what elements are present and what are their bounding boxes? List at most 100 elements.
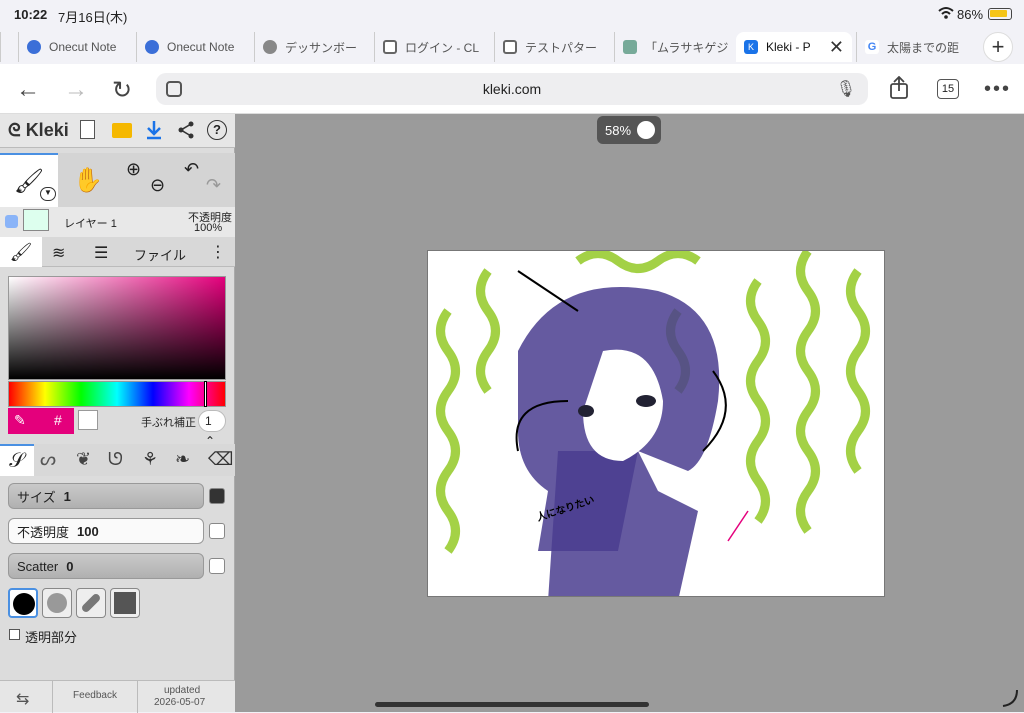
soft-shape-button[interactable] <box>42 588 72 618</box>
opacity-pressure-icon[interactable] <box>209 523 225 539</box>
opacity-slider[interactable]: 不透明度 100 <box>8 518 204 544</box>
size-pressure-icon[interactable] <box>209 488 225 504</box>
layer-opacity-value: 100% <box>194 222 223 234</box>
hue-slider[interactable] <box>8 381 226 407</box>
help-icon[interactable]: ? <box>207 120 227 140</box>
line-brush-icon[interactable]: ᘎ <box>108 449 123 470</box>
zoom-indicator[interactable]: 58% <box>597 116 661 144</box>
stabilizer-select[interactable]: 1 ⌃ <box>198 410 226 448</box>
tab-count-button[interactable]: 15 <box>937 79 959 99</box>
feedback-link[interactable]: Feedback <box>52 681 138 713</box>
home-indicator <box>375 702 649 707</box>
zoom-out-icon[interactable]: ⊖ <box>150 175 165 196</box>
pixel-brush-icon[interactable]: ⚘ <box>142 449 158 470</box>
hex-button[interactable]: # <box>54 412 62 428</box>
drawing-canvas[interactable]: 人になりたい <box>427 250 885 597</box>
close-tab-icon[interactable]: ✕ <box>829 37 844 58</box>
url-text: kleki.com <box>482 81 542 97</box>
zoom-in-icon[interactable]: ⊕ <box>126 159 141 180</box>
hand-tool-button[interactable]: ✋ <box>59 153 117 207</box>
globe-icon <box>263 40 277 54</box>
brush-type-row: 𝒮 ᔕ ❦ ᘎ ⚘ ❧ ⌫ <box>0 444 235 476</box>
tab-bar: Onecut Note Onecut Note デッサンボー ログイン - CL… <box>0 28 1024 64</box>
menu-icon[interactable]: ⋮ <box>210 242 226 262</box>
tab-kleki[interactable]: K Kleki - P ✕ <box>736 32 852 62</box>
tab-2[interactable]: Onecut Note <box>136 32 254 62</box>
kleki-icon: K <box>744 40 758 54</box>
tab-1[interactable]: Onecut Note <box>18 32 136 62</box>
sidebar-footer: ⇆ Feedback updated 2026-05-07 <box>0 680 235 713</box>
compass-icon[interactable] <box>637 121 655 139</box>
scatter-pressure-icon[interactable] <box>209 558 225 574</box>
status-date: 7月16日(木) <box>58 10 128 25</box>
address-bar: ← → ↻ kleki.com 🎙 15 ••• <box>0 64 1024 114</box>
layer-visible-checkbox[interactable] <box>5 215 18 228</box>
color-picker[interactable] <box>8 276 226 380</box>
clip-icon <box>383 40 397 54</box>
sketchy-brush-icon[interactable]: ❦ <box>76 449 91 470</box>
canvas-area[interactable]: 58% 人になりたい <box>235 114 1024 712</box>
onecut-icon <box>27 40 41 54</box>
tab-5[interactable]: テストパター <box>494 32 614 62</box>
hue-handle[interactable] <box>204 381 207 407</box>
status-time: 10:22 <box>14 7 48 22</box>
new-tab-button[interactable]: + <box>983 32 1013 62</box>
tab-brush[interactable]: 🖌 <box>0 237 42 267</box>
size-slider[interactable]: サイズ 1 <box>8 483 204 509</box>
blend-brush-icon[interactable]: ᔕ <box>40 449 56 470</box>
layer-row[interactable]: レイヤー 1 不透明度 100% <box>0 207 235 237</box>
round-shape-button[interactable] <box>8 588 38 618</box>
eraser-icon[interactable]: ⌫ <box>208 449 233 470</box>
updated-date: 2026-05-07 <box>154 697 206 708</box>
tab-4[interactable]: ログイン - CL <box>374 32 494 62</box>
square-shape-button[interactable] <box>110 588 140 618</box>
scatter-slider[interactable]: Scatter 0 <box>8 553 204 579</box>
redo-icon[interactable]: ↷ <box>206 175 221 196</box>
pen-brush-icon[interactable]: 𝒮 <box>0 444 34 476</box>
lens-icon[interactable] <box>166 81 182 97</box>
swatch-row: ✎ # 手ぶれ補正 1 ⌃ <box>8 408 228 448</box>
resize-corner-icon[interactable] <box>999 688 1019 708</box>
more-icon[interactable]: ••• <box>984 78 1011 101</box>
tab-partial[interactable] <box>0 32 18 62</box>
tool-row: 🖌 ▼ ✋ ⊕ ⊖ ↶ ↷ <box>0 153 235 207</box>
open-folder-icon[interactable] <box>112 123 132 138</box>
chevron-down-icon[interactable]: ▼ <box>40 187 56 201</box>
kleki-logo: ᘓ Kleki <box>8 120 69 140</box>
download-icon[interactable] <box>144 120 164 140</box>
kleki-toolbar: ᘓ Kleki ? <box>0 114 235 148</box>
undo-redo-buttons[interactable]: ↶ ↷ <box>176 153 234 207</box>
transparent-checkbox[interactable] <box>9 629 20 640</box>
secondary-color[interactable] <box>78 410 98 430</box>
layer-thumbnail <box>23 209 49 231</box>
back-icon[interactable]: ← <box>16 76 40 104</box>
mic-icon[interactable]: 🎙 <box>836 79 856 99</box>
brush-tool-button[interactable]: 🖌 ▼ <box>0 153 58 207</box>
url-field[interactable]: kleki.com 🎙 <box>156 73 868 105</box>
panel-tabs: 🖌 ≋ ☰ ファイル ⋮ <box>0 237 235 267</box>
swap-side-icon[interactable]: ⇆ <box>16 689 29 709</box>
tab-8[interactable]: G 太陽までの距 <box>856 32 974 62</box>
layer-name: レイヤー 1 <box>64 218 117 230</box>
share-icon[interactable] <box>888 76 910 100</box>
zoom-buttons[interactable]: ⊕ ⊖ <box>118 153 176 207</box>
undo-icon[interactable]: ↶ <box>184 159 199 180</box>
new-file-icon[interactable] <box>80 120 95 139</box>
layers-icon[interactable]: ≋ <box>52 243 65 263</box>
forward-icon[interactable]: → <box>64 76 88 104</box>
status-bar: 10:22 7月16日(木) 86% <box>0 0 1024 28</box>
tab-6[interactable]: 「ムラサキゲジ <box>614 32 736 62</box>
battery-icon <box>988 8 1012 20</box>
kleki-sidebar: ᘓ Kleki ? 🖌 ▼ ✋ ⊕ ⊖ ↶ ↷ レイヤー 1 不透明度 100% 🖌 … <box>0 114 235 713</box>
tab-3[interactable]: デッサンボー <box>254 32 374 62</box>
reload-icon[interactable]: ↻ <box>112 76 132 105</box>
adjust-icon[interactable]: ☰ <box>94 243 108 263</box>
eyedropper-icon[interactable]: ✎ <box>14 412 26 429</box>
smudge-brush-icon[interactable]: ❧ <box>175 449 190 470</box>
tab-file[interactable]: ファイル <box>134 245 186 264</box>
share-network-icon[interactable] <box>176 120 196 140</box>
stabilizer-label: 手ぶれ補正 <box>141 417 196 429</box>
battery-percent: 86% <box>957 7 984 22</box>
chisel-shape-button[interactable] <box>76 588 106 618</box>
image-icon <box>623 40 637 54</box>
